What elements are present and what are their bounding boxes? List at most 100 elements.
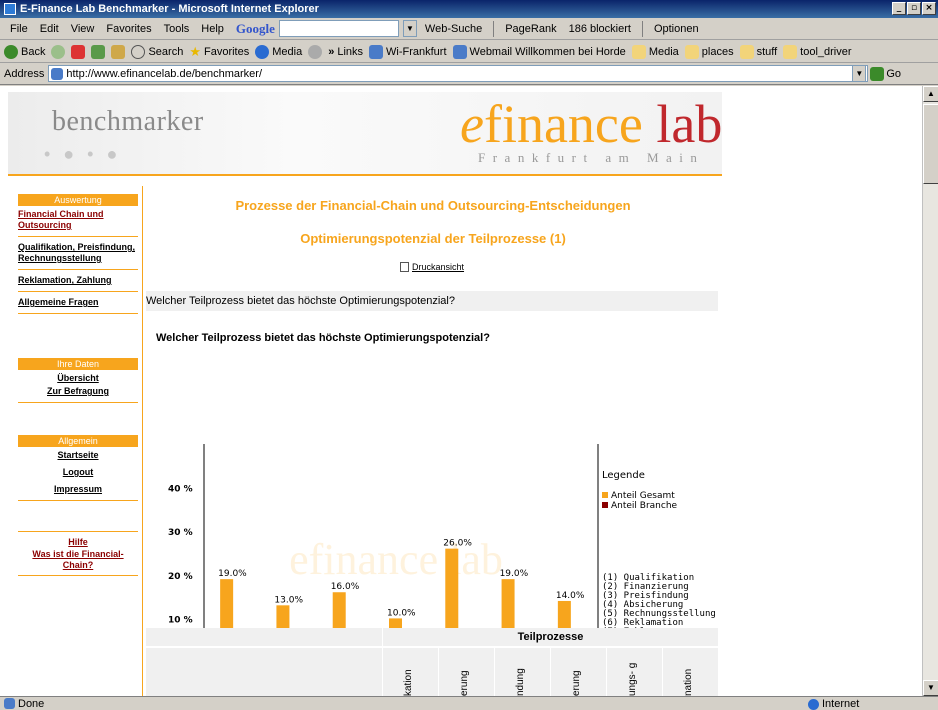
address-input[interactable]: http://www.efinancelab.de/benchmarker/: [48, 65, 869, 82]
link-wi-frankfurt[interactable]: Wi-Frankfurt: [369, 44, 447, 59]
table-column-3: ndung: [494, 648, 550, 696]
scroll-down-icon[interactable]: ▼: [923, 680, 938, 696]
nav-link-financial-chain[interactable]: Financial Chain und Outsourcing: [18, 208, 138, 232]
nav-link-startseite[interactable]: Startseite: [18, 449, 138, 462]
nav-divider: [18, 531, 138, 532]
link-label: tool_driver: [800, 45, 852, 58]
menu-tools[interactable]: Tools: [158, 23, 196, 35]
popup-blocked-button[interactable]: 186 blockiert: [565, 23, 635, 35]
menu-help[interactable]: Help: [195, 23, 230, 35]
print-label: Druckansicht: [412, 262, 465, 272]
table-column-4: erung: [550, 648, 606, 696]
nav-link-qualifikation[interactable]: Qualifikation, Preisfindung, Rechnungsst…: [18, 241, 138, 265]
stop-icon[interactable]: [71, 44, 86, 59]
column-label: ungs- g: [627, 662, 638, 696]
nav-link-logout[interactable]: Logout: [18, 466, 138, 479]
toolbar-separator: [641, 20, 643, 37]
nav-heading-allgemein: Allgemein: [18, 435, 138, 447]
close-button[interactable]: ×: [922, 2, 936, 15]
home-icon[interactable]: [111, 44, 126, 59]
refresh-icon[interactable]: [91, 44, 106, 59]
site-header: benchmarker • ● • ● efinance lab Frankfu…: [8, 92, 722, 176]
pagerank-label: PageRank: [505, 22, 557, 35]
menu-edit[interactable]: Edit: [34, 23, 65, 35]
media-button[interactable]: Media: [255, 44, 302, 59]
left-navigation: Auswertung Financial Chain und Outsourci…: [18, 194, 138, 580]
menu-file[interactable]: File: [4, 23, 34, 35]
address-url: http://www.efinancelab.de/benchmarker/: [66, 67, 263, 80]
bar-value-label: 26.0%: [443, 539, 472, 549]
favorites-button[interactable]: ★ Favorites: [189, 44, 249, 60]
nav-divider: [18, 291, 138, 292]
link-places[interactable]: places: [684, 44, 734, 59]
maximize-button[interactable]: ▫: [907, 2, 921, 15]
logo-dots-decoration: • ● • ●: [44, 144, 122, 164]
link-tool-driver[interactable]: tool_driver: [783, 44, 852, 59]
search-label: Search: [148, 45, 184, 58]
link-stuff[interactable]: stuff: [739, 44, 778, 59]
page-subtitle: Optimierungspotenzial der Teilprozesse (…: [300, 231, 566, 246]
content-divider: [142, 186, 143, 696]
link-label: stuff: [756, 45, 778, 58]
legend-entry: Anteil Gesamt: [611, 491, 675, 501]
toolbar-separator: [493, 20, 495, 37]
nav-divider: [18, 575, 138, 576]
window-title: E-Finance Lab Benchmarker - Microsoft In…: [20, 3, 319, 15]
bar-value-label: 14.0%: [556, 591, 585, 601]
minimize-button[interactable]: _: [892, 2, 906, 15]
nav-link-allgemeine-fragen[interactable]: Allgemeine Fragen: [18, 296, 138, 309]
bar-1: [220, 579, 234, 628]
page-viewport: benchmarker • ● • ● efinance lab Frankfu…: [0, 86, 922, 696]
web-search-button[interactable]: Web-Suche: [421, 23, 486, 35]
legend-swatch: [602, 502, 608, 508]
menu-favorites[interactable]: Favorites: [100, 23, 157, 35]
y-tick-label: 10 %: [168, 615, 193, 625]
bar-value-label: 19.0%: [218, 569, 247, 579]
nav-link-impressum[interactable]: Impressum: [18, 483, 138, 496]
nav-link-zur-befragung[interactable]: Zur Befragung: [18, 385, 138, 398]
menu-view[interactable]: View: [65, 23, 101, 35]
bar-value-label: 19.0%: [500, 569, 529, 579]
search-icon: [131, 44, 146, 59]
nav-link-was-ist-financial-chain[interactable]: Was ist die Financial-Chain?: [18, 549, 138, 571]
nav-link-uebersicht[interactable]: Übersicht: [18, 372, 138, 385]
nav-heading-auswertung: Auswertung: [18, 194, 138, 206]
link-webmail[interactable]: Webmail Willkommen bei Horde: [452, 44, 626, 59]
link-media[interactable]: Media: [631, 44, 679, 59]
options-button[interactable]: Optionen: [650, 23, 703, 35]
scroll-up-icon[interactable]: ▲: [923, 86, 938, 102]
bar-6: [501, 579, 515, 628]
google-logo[interactable]: Google: [236, 21, 275, 37]
search-button[interactable]: Search: [131, 44, 184, 59]
scroll-thumb[interactable]: [923, 104, 938, 184]
nav-link-hilfe[interactable]: Hilfe: [18, 536, 138, 549]
forward-arrow-icon[interactable]: [51, 44, 66, 59]
security-zone: Internet: [808, 698, 859, 710]
print-view-link[interactable]: Druckansicht: [400, 262, 464, 272]
ie-icon: [4, 3, 16, 15]
vertical-scrollbar[interactable]: ▲ ▼: [922, 86, 938, 696]
folder-icon: [739, 44, 754, 59]
google-toolbar: Google ▼ Web-Suche PageRank 186 blockier…: [236, 20, 703, 37]
bar-value-label: 10.0%: [387, 608, 416, 618]
google-dropdown-icon[interactable]: ▼: [402, 20, 417, 37]
ie-page-icon: [369, 44, 384, 59]
table-column-5: ungs- g: [606, 648, 662, 696]
go-button[interactable]: Go: [870, 66, 901, 81]
bar-7: [557, 600, 571, 628]
bar-value-label: 16.0%: [331, 582, 360, 592]
folder-icon: [783, 44, 798, 59]
address-dropdown-icon[interactable]: ▼: [852, 65, 867, 82]
teilprozesse-table: Teilprozesse kation erung ndung erung un…: [146, 628, 718, 696]
table-column-6: nation: [662, 648, 718, 696]
history-icon[interactable]: [308, 44, 323, 59]
link-label: Media: [648, 45, 679, 58]
bar-2: [276, 605, 290, 628]
benchmarker-logo: benchmarker: [52, 106, 204, 137]
nav-link-reklamation[interactable]: Reklamation, Zahlung: [18, 274, 138, 287]
bar-chart: efinance lab0 %10 %20 %30 %40 %19.0%0.0%…: [168, 444, 716, 628]
back-button[interactable]: Back: [4, 44, 45, 59]
star-icon: ★: [189, 43, 201, 59]
go-arrow-icon: [870, 66, 885, 81]
google-search-input[interactable]: [278, 20, 399, 37]
